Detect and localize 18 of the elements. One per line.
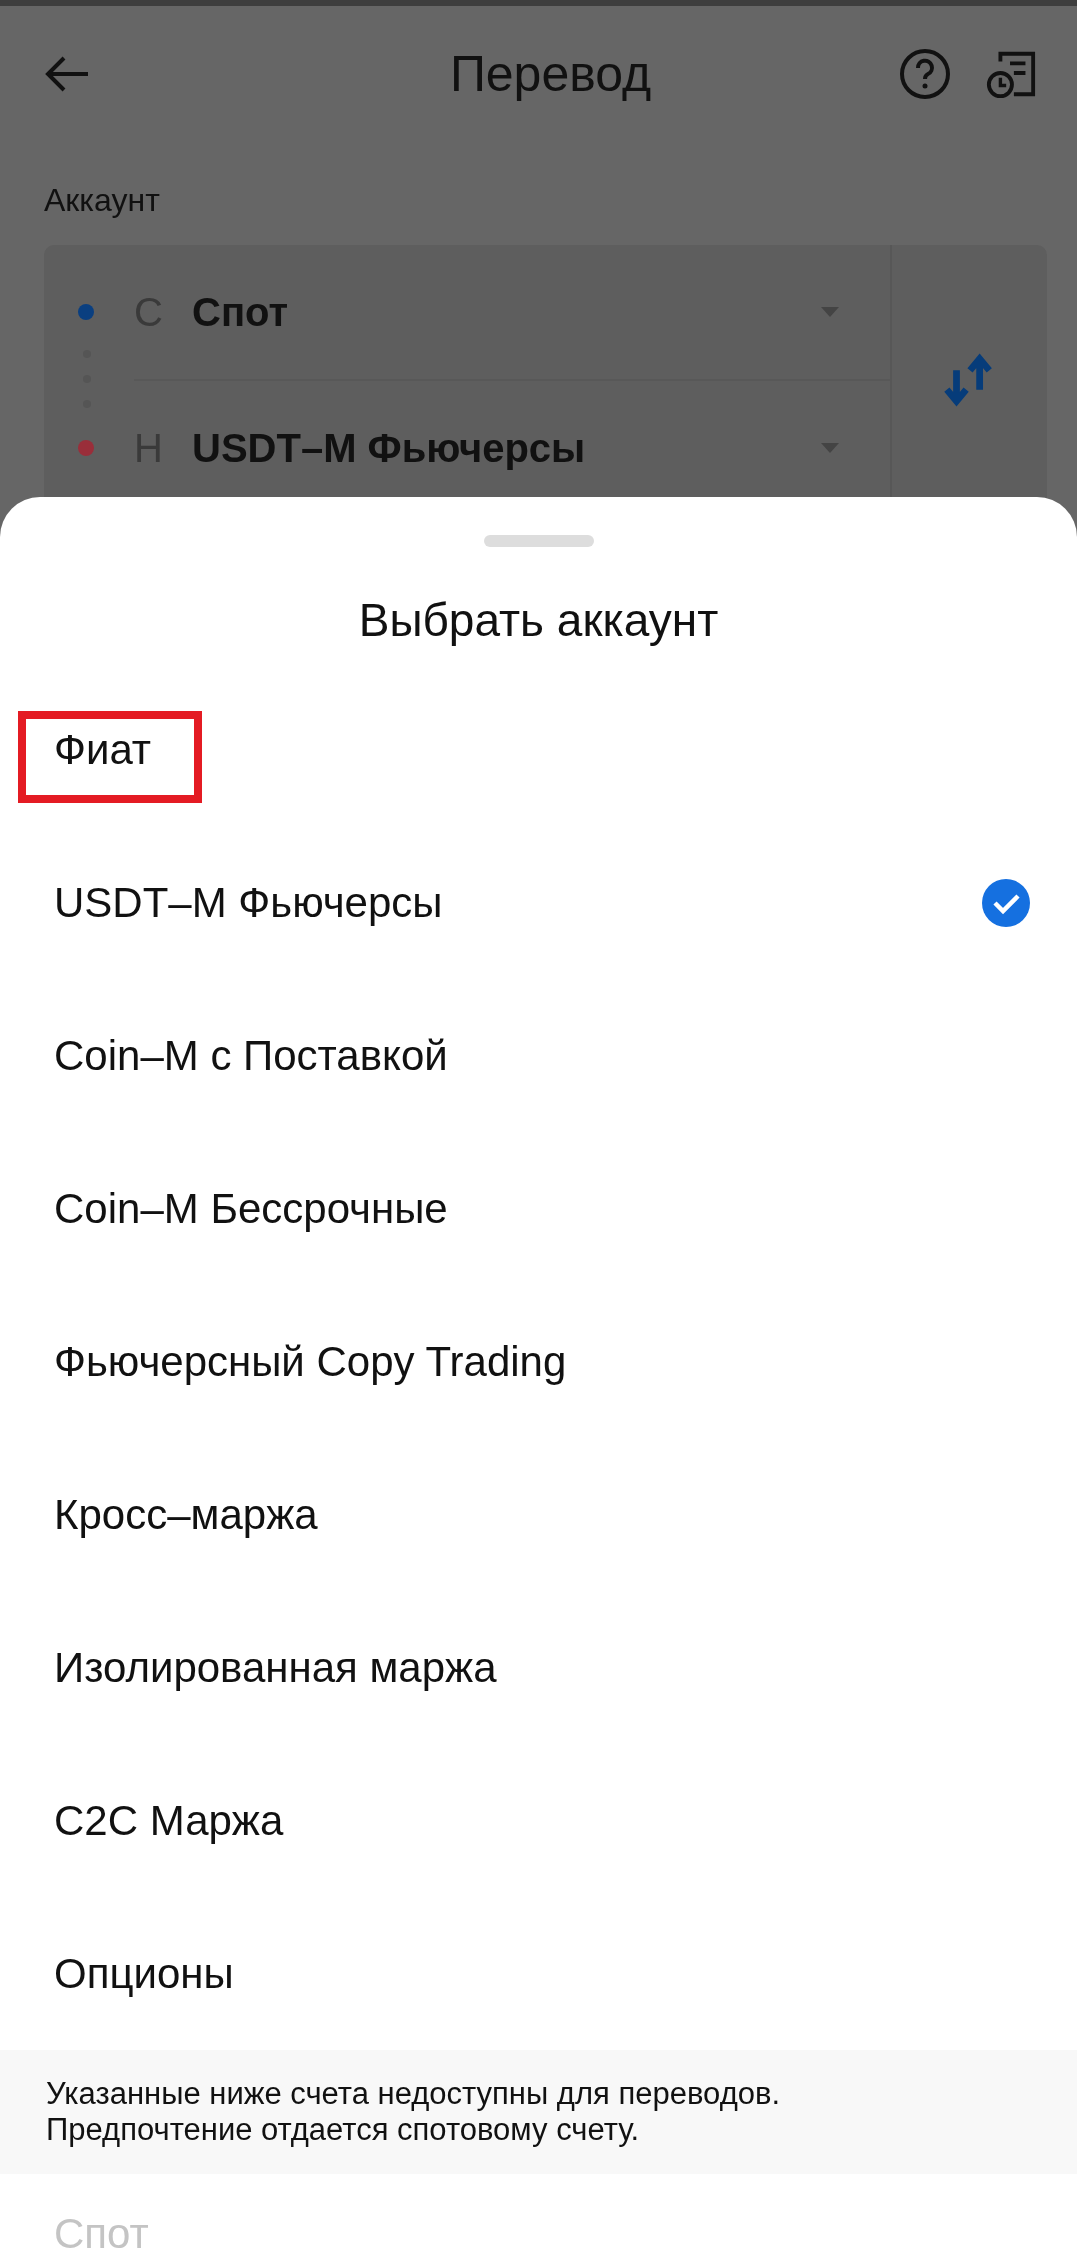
account-option[interactable]: C2C Маржа xyxy=(0,1744,1077,1897)
help-icon[interactable] xyxy=(899,48,951,100)
account-option[interactable]: Coin–M с Поставкой xyxy=(0,979,1077,1132)
account-option[interactable]: Опционы xyxy=(0,1897,1077,2050)
page-title: Перевод xyxy=(448,45,653,103)
sheet-title: Выбрать аккаунт xyxy=(357,593,720,648)
check-icon xyxy=(981,877,1031,928)
section-label: Аккаунт xyxy=(44,182,161,219)
account-option: Спот xyxy=(18,2184,185,2267)
drag-handle[interactable] xyxy=(483,535,594,547)
account-option[interactable]: Фиат xyxy=(0,673,1077,826)
account-option[interactable]: Фьючерсный Copy Trading xyxy=(0,1285,1077,1438)
account-option[interactable]: Кросс–маржа xyxy=(0,1438,1077,1591)
account-option[interactable]: Изолированная маржа xyxy=(0,1591,1077,1744)
account-option[interactable]: Coin–M Бессрочные xyxy=(0,1132,1077,1285)
caret-icon xyxy=(820,306,840,318)
caret-icon xyxy=(820,442,840,454)
notice-text: Указанные ниже счета недоступны для переводов. Предпочтение отдается спотовому счету. xyxy=(0,2050,1077,2174)
